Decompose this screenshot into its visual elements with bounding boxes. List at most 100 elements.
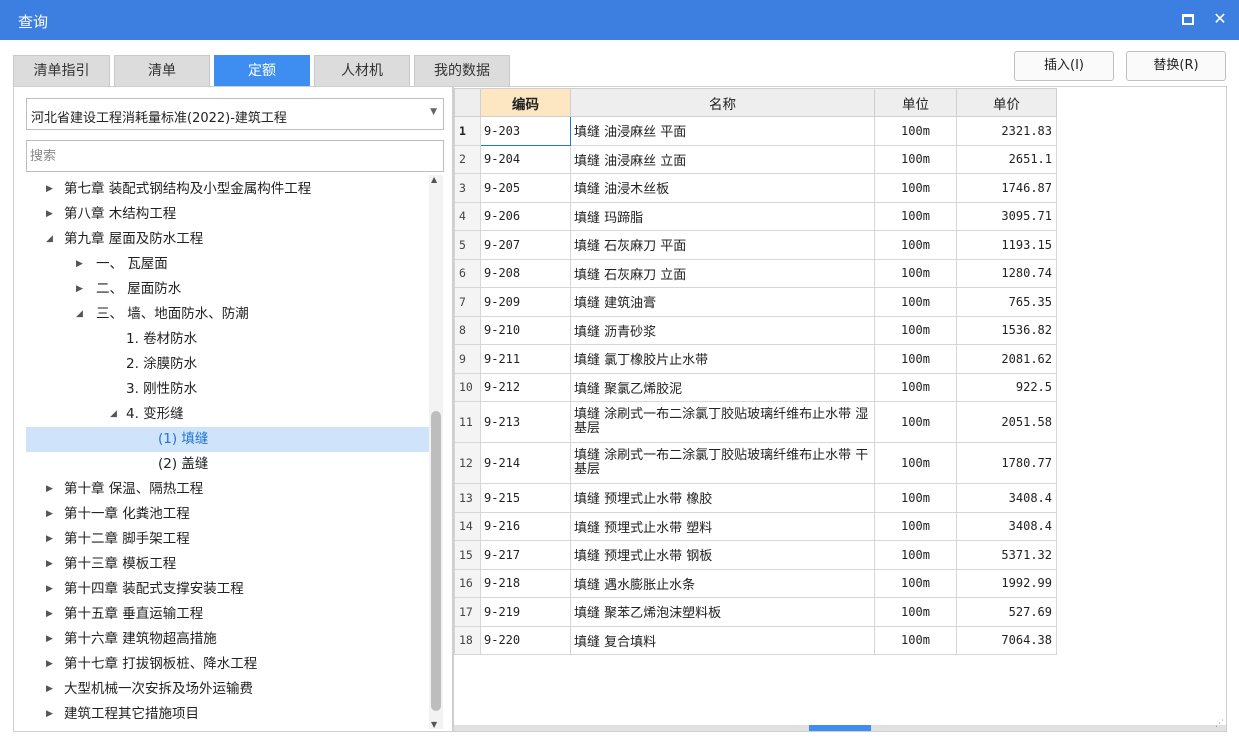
table-row[interactable]: 1 9-203 填缝 油浸麻丝 平面 100m 2321.83: [454, 116, 1057, 146]
table-row[interactable]: 17 9-219 填缝 聚苯乙烯泡沫塑料板 100m 527.69: [454, 597, 1057, 627]
table-row[interactable]: 5 9-207 填缝 石灰麻刀 平面 100m 1193.15: [454, 230, 1057, 260]
expand-icon[interactable]: ▶: [46, 602, 53, 627]
tab-bill-guide[interactable]: 清单指引: [13, 55, 110, 86]
tree-node[interactable]: ▶ 第七章 装配式钢结构及小型金属构件工程: [26, 177, 429, 202]
code-cell: 9-216: [480, 511, 571, 541]
tab-bill[interactable]: 清单: [114, 55, 210, 86]
price-column-header[interactable]: 单价: [956, 88, 1057, 117]
scroll-up-icon[interactable]: ▲: [431, 175, 437, 184]
tree-node[interactable]: ▶ 第十六章 建筑物超高措施: [26, 627, 429, 652]
expand-icon[interactable]: ▶: [46, 627, 53, 652]
collapse-icon[interactable]: ◢: [110, 402, 117, 427]
table-row[interactable]: 4 9-206 填缝 玛蹄脂 100m 3095.71: [454, 201, 1057, 231]
tree-node-label: (2) 盖缝: [158, 456, 209, 472]
unit-cell: 100m: [874, 116, 957, 146]
row-number: 5: [454, 230, 481, 260]
collapse-icon[interactable]: ◢: [76, 302, 83, 327]
chevron-down-icon[interactable]: ▼: [430, 107, 437, 117]
expand-icon[interactable]: ▶: [46, 652, 53, 677]
table-row[interactable]: 16 9-218 填缝 遇水膨胀止水条 100m 1992.99: [454, 568, 1057, 598]
table-row[interactable]: 7 9-209 填缝 建筑油膏 100m 765.35: [454, 287, 1057, 317]
unit-column-header[interactable]: 单位: [874, 88, 957, 117]
expand-icon[interactable]: ▶: [46, 502, 53, 527]
tree-node-label: 第十一章 化粪池工程: [64, 506, 190, 522]
tree-node[interactable]: ▶ 第十四章 装配式支撑安装工程: [26, 577, 429, 602]
expand-icon[interactable]: ▶: [46, 527, 53, 552]
name-column-header[interactable]: 名称: [570, 88, 875, 117]
unit-cell: 100m: [874, 568, 957, 598]
code-cell: 9-207: [480, 230, 571, 260]
tree-node[interactable]: ▶ 建筑工程其它措施项目: [26, 702, 429, 727]
tree-node[interactable]: 3. 刚性防水: [26, 377, 429, 402]
expand-icon[interactable]: ▶: [46, 577, 53, 602]
expand-icon[interactable]: ▶: [46, 552, 53, 577]
row-number: 9: [454, 344, 481, 374]
collapse-icon[interactable]: ◢: [46, 227, 53, 252]
unit-cell: 100m: [874, 201, 957, 231]
row-number: 10: [454, 372, 481, 402]
name-cell: 填缝 建筑油膏: [570, 287, 875, 317]
close-icon[interactable]: ✕: [1210, 9, 1230, 29]
maximize-icon[interactable]: [1182, 14, 1194, 25]
insert-button[interactable]: 插入(I): [1014, 51, 1114, 81]
search-input[interactable]: [26, 140, 444, 172]
scrollbar-handle[interactable]: [809, 725, 871, 731]
row-number-header: [454, 88, 481, 117]
table-row[interactable]: 3 9-205 填缝 油浸木丝板 100m 1746.87: [454, 173, 1057, 203]
expand-icon[interactable]: ▶: [46, 702, 53, 727]
unit-cell: 100m: [874, 442, 957, 484]
expand-icon[interactable]: ▶: [46, 177, 53, 202]
table-row[interactable]: 14 9-216 填缝 预埋式止水带 塑料 100m 3408.4: [454, 511, 1057, 541]
tree-node[interactable]: ◢ 4. 变形缝: [26, 402, 429, 427]
expand-icon[interactable]: ▶: [46, 477, 53, 502]
table-row[interactable]: 10 9-212 填缝 聚氯乙烯胶泥 100m 922.5: [454, 372, 1057, 402]
table-row[interactable]: 11 9-213 填缝 涂刷式一布二涂氯丁胶贴玻璃纤维布止水带 湿基层 100m 205…: [454, 401, 1057, 443]
table-row[interactable]: 18 9-220 填缝 复合填料 100m 7064.38: [454, 625, 1057, 655]
table-horizontal-scrollbar[interactable]: [454, 725, 1226, 731]
table-row[interactable]: 8 9-210 填缝 沥青砂浆 100m 1536.82: [454, 315, 1057, 345]
expand-icon[interactable]: ▶: [46, 202, 53, 227]
tree-node[interactable]: ◢ 第九章 屋面及防水工程: [26, 227, 429, 252]
tab-my-data[interactable]: 我的数据: [414, 55, 510, 86]
expand-icon[interactable]: ▶: [76, 277, 83, 302]
tree-node[interactable]: 2. 涂膜防水: [26, 352, 429, 377]
price-cell: 1780.77: [956, 442, 1057, 484]
name-cell: 填缝 涂刷式一布二涂氯丁胶贴玻璃纤维布止水带 干基层: [570, 442, 875, 484]
tree-node[interactable]: ▶ 第十三章 模板工程: [26, 552, 429, 577]
resize-grip-icon[interactable]: ⋰: [1215, 719, 1224, 729]
code-column-header[interactable]: 编码: [480, 88, 571, 117]
table-row[interactable]: 9 9-211 填缝 氯丁橡胶片止水带 100m 2081.62: [454, 344, 1057, 374]
price-cell: 1746.87: [956, 173, 1057, 203]
tree-node[interactable]: ▶ 第十七章 打拔钢板桩、降水工程: [26, 652, 429, 677]
tree-node[interactable]: ▶ 第十二章 脚手架工程: [26, 527, 429, 552]
scrollbar-thumb[interactable]: [431, 411, 441, 711]
tab-quota[interactable]: 定额: [214, 55, 310, 86]
table-row[interactable]: 6 9-208 填缝 石灰麻刀 立面 100m 1280.74: [454, 258, 1057, 288]
expand-icon[interactable]: ▶: [76, 252, 83, 277]
row-number: 17: [454, 597, 481, 627]
tab-labor-material-machine[interactable]: 人材机: [314, 55, 410, 86]
tree-node[interactable]: ▶ 大型机械一次安拆及场外运输费: [26, 677, 429, 702]
tree-node[interactable]: ▶ 二、 屋面防水: [26, 277, 429, 302]
tree-node[interactable]: (1) 填缝: [26, 427, 429, 452]
tree-node[interactable]: ▶ 一、 瓦屋面: [26, 252, 429, 277]
tree-node[interactable]: 1. 卷材防水: [26, 327, 429, 352]
table-row[interactable]: 2 9-204 填缝 油浸麻丝 立面 100m 2651.1: [454, 144, 1057, 174]
tree-node[interactable]: ▶ 第十一章 化粪池工程: [26, 502, 429, 527]
table-row[interactable]: 15 9-217 填缝 预埋式止水带 钢板 100m 5371.32: [454, 540, 1057, 570]
replace-button[interactable]: 替换(R): [1126, 51, 1226, 81]
price-cell: 527.69: [956, 597, 1057, 627]
price-cell: 1536.82: [956, 315, 1057, 345]
tree-scrollbar[interactable]: ▲ ▼: [429, 175, 443, 729]
tree-node[interactable]: ▶ 第十章 保温、隔热工程: [26, 477, 429, 502]
code-cell: 9-211: [480, 344, 571, 374]
tree-node[interactable]: (2) 盖缝: [26, 452, 429, 477]
tree-node[interactable]: ▶ 第十五章 垂直运输工程: [26, 602, 429, 627]
table-row[interactable]: 13 9-215 填缝 预埋式止水带 橡胶 100m 3408.4: [454, 483, 1057, 513]
tree-node[interactable]: ◢ 三、 墙、地面防水、防潮: [26, 302, 429, 327]
table-row[interactable]: 12 9-214 填缝 涂刷式一布二涂氯丁胶贴玻璃纤维布止水带 干基层 100m 178…: [454, 442, 1057, 484]
tree-node[interactable]: ▶ 第八章 木结构工程: [26, 202, 429, 227]
standard-select[interactable]: 河北省建设工程消耗量标准(2022)-建筑工程 ▼: [26, 98, 444, 130]
scroll-down-icon[interactable]: ▼: [431, 720, 437, 729]
expand-icon[interactable]: ▶: [46, 677, 53, 702]
